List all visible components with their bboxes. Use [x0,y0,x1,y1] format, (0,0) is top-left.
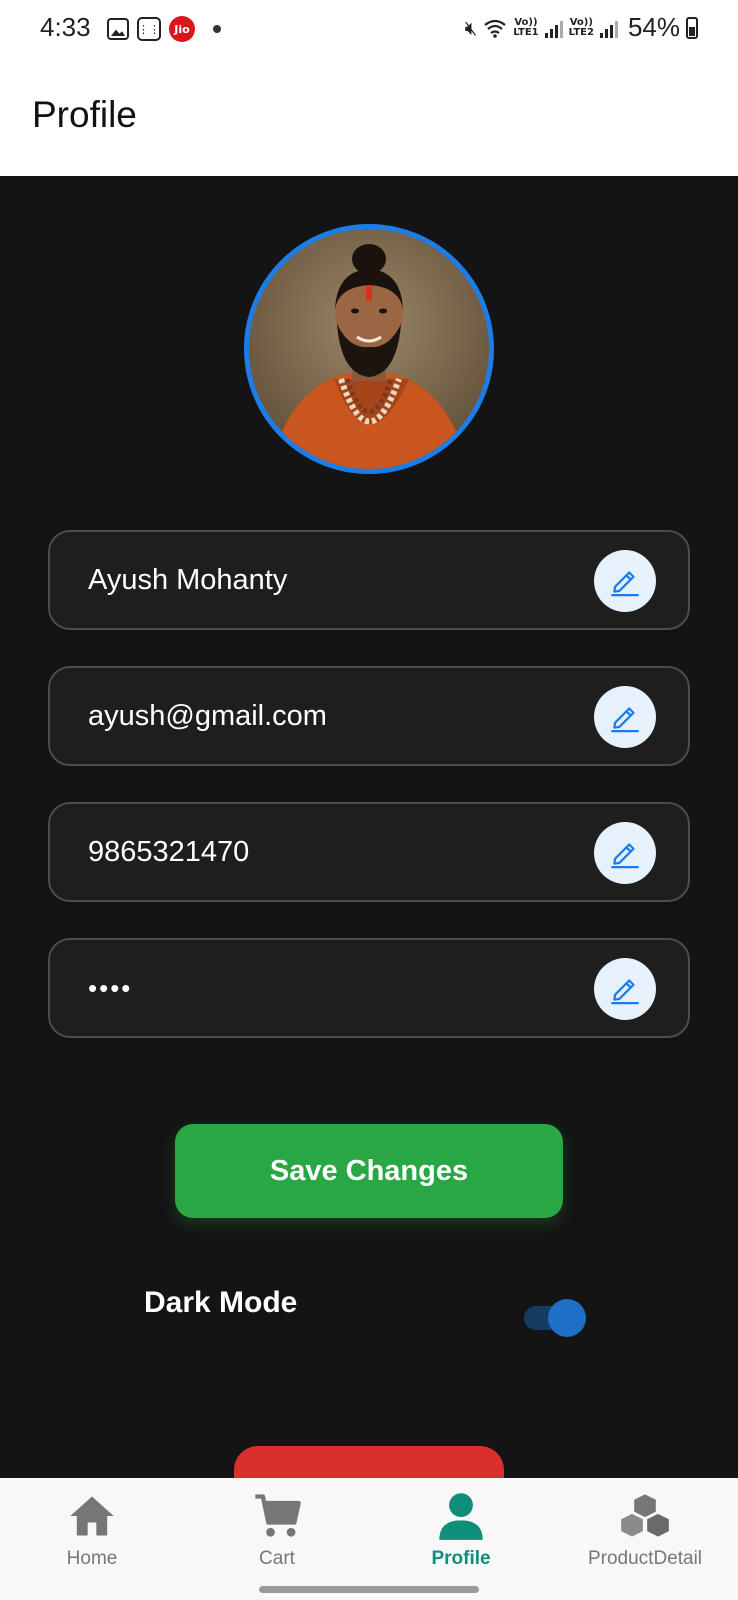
toggle-knob [548,1299,586,1337]
nav-item-home[interactable]: Home [56,1490,128,1570]
email-field[interactable] [48,666,690,766]
nav-item-profile[interactable]: Profile [417,1490,505,1570]
app-header: Profile [0,60,738,176]
save-changes-button[interactable]: Save Changes [175,1124,563,1218]
phone-input[interactable] [88,804,568,900]
name-field[interactable] [48,530,690,630]
pencil-icon [611,979,639,1005]
nav-item-productdetail[interactable]: ProductDetail [578,1490,712,1570]
wifi-icon [484,19,506,38]
pencil-icon [611,843,639,869]
battery-icon [686,16,698,39]
phone-field[interactable] [48,802,690,902]
bottom-navigation: Home Cart Profile ProductDetail [0,1478,738,1600]
battery-percent: 54% [627,12,680,42]
status-time: 4:33 [40,12,91,42]
nav-label-profile: Profile [431,1548,491,1569]
home-icon [70,1496,114,1536]
edit-name-button[interactable] [594,550,656,612]
gallery-notification-icon [107,18,129,40]
avatar-photo [249,229,489,469]
page-title: Profile [32,94,137,135]
nav-label-productdetail: ProductDetail [587,1548,703,1569]
signal-1-icon [544,18,563,38]
pencil-icon [611,571,639,597]
mute-icon: 🔇︎ [464,15,478,40]
status-notification-icons: ⋮⋮ Jio [107,16,221,42]
edit-password-button[interactable] [594,958,656,1020]
status-bar: 4:33 ⋮⋮ Jio 🔇︎ Vo)) LTE1 Vo)) LTE2 54% [0,0,738,60]
gesture-home-indicator[interactable] [259,1586,479,1593]
profile-content[interactable]: Save Changes Dark Mode [0,176,738,1478]
email-input[interactable] [88,668,568,764]
more-notifications-dot-icon [213,25,221,33]
password-input[interactable] [88,940,568,1036]
calculator-notification-icon: ⋮⋮ [137,17,161,41]
avatar[interactable] [244,224,494,474]
edit-email-button[interactable] [594,686,656,748]
nav-label-cart: Cart [259,1548,295,1569]
dark-mode-toggle[interactable] [524,1299,586,1337]
lte2-indicator: Vo)) LTE2 [568,16,594,38]
lte1-indicator: Vo)) LTE1 [513,16,539,38]
name-input[interactable] [88,532,568,628]
password-field[interactable] [48,938,690,1038]
nav-item-cart[interactable]: Cart [241,1490,313,1570]
person-icon [439,1493,483,1540]
status-system-icons: 🔇︎ Vo)) LTE1 Vo)) LTE2 54% [465,12,698,43]
logout-button[interactable] [234,1446,504,1478]
nav-label-home: Home [66,1548,118,1569]
cart-icon [255,1494,301,1537]
edit-phone-button[interactable] [594,822,656,884]
cubes-icon [621,1494,669,1537]
pencil-icon [611,707,639,733]
signal-2-icon [599,18,618,38]
dark-mode-label: Dark Mode [144,1286,298,1319]
jio-notification-icon: Jio [169,16,195,42]
